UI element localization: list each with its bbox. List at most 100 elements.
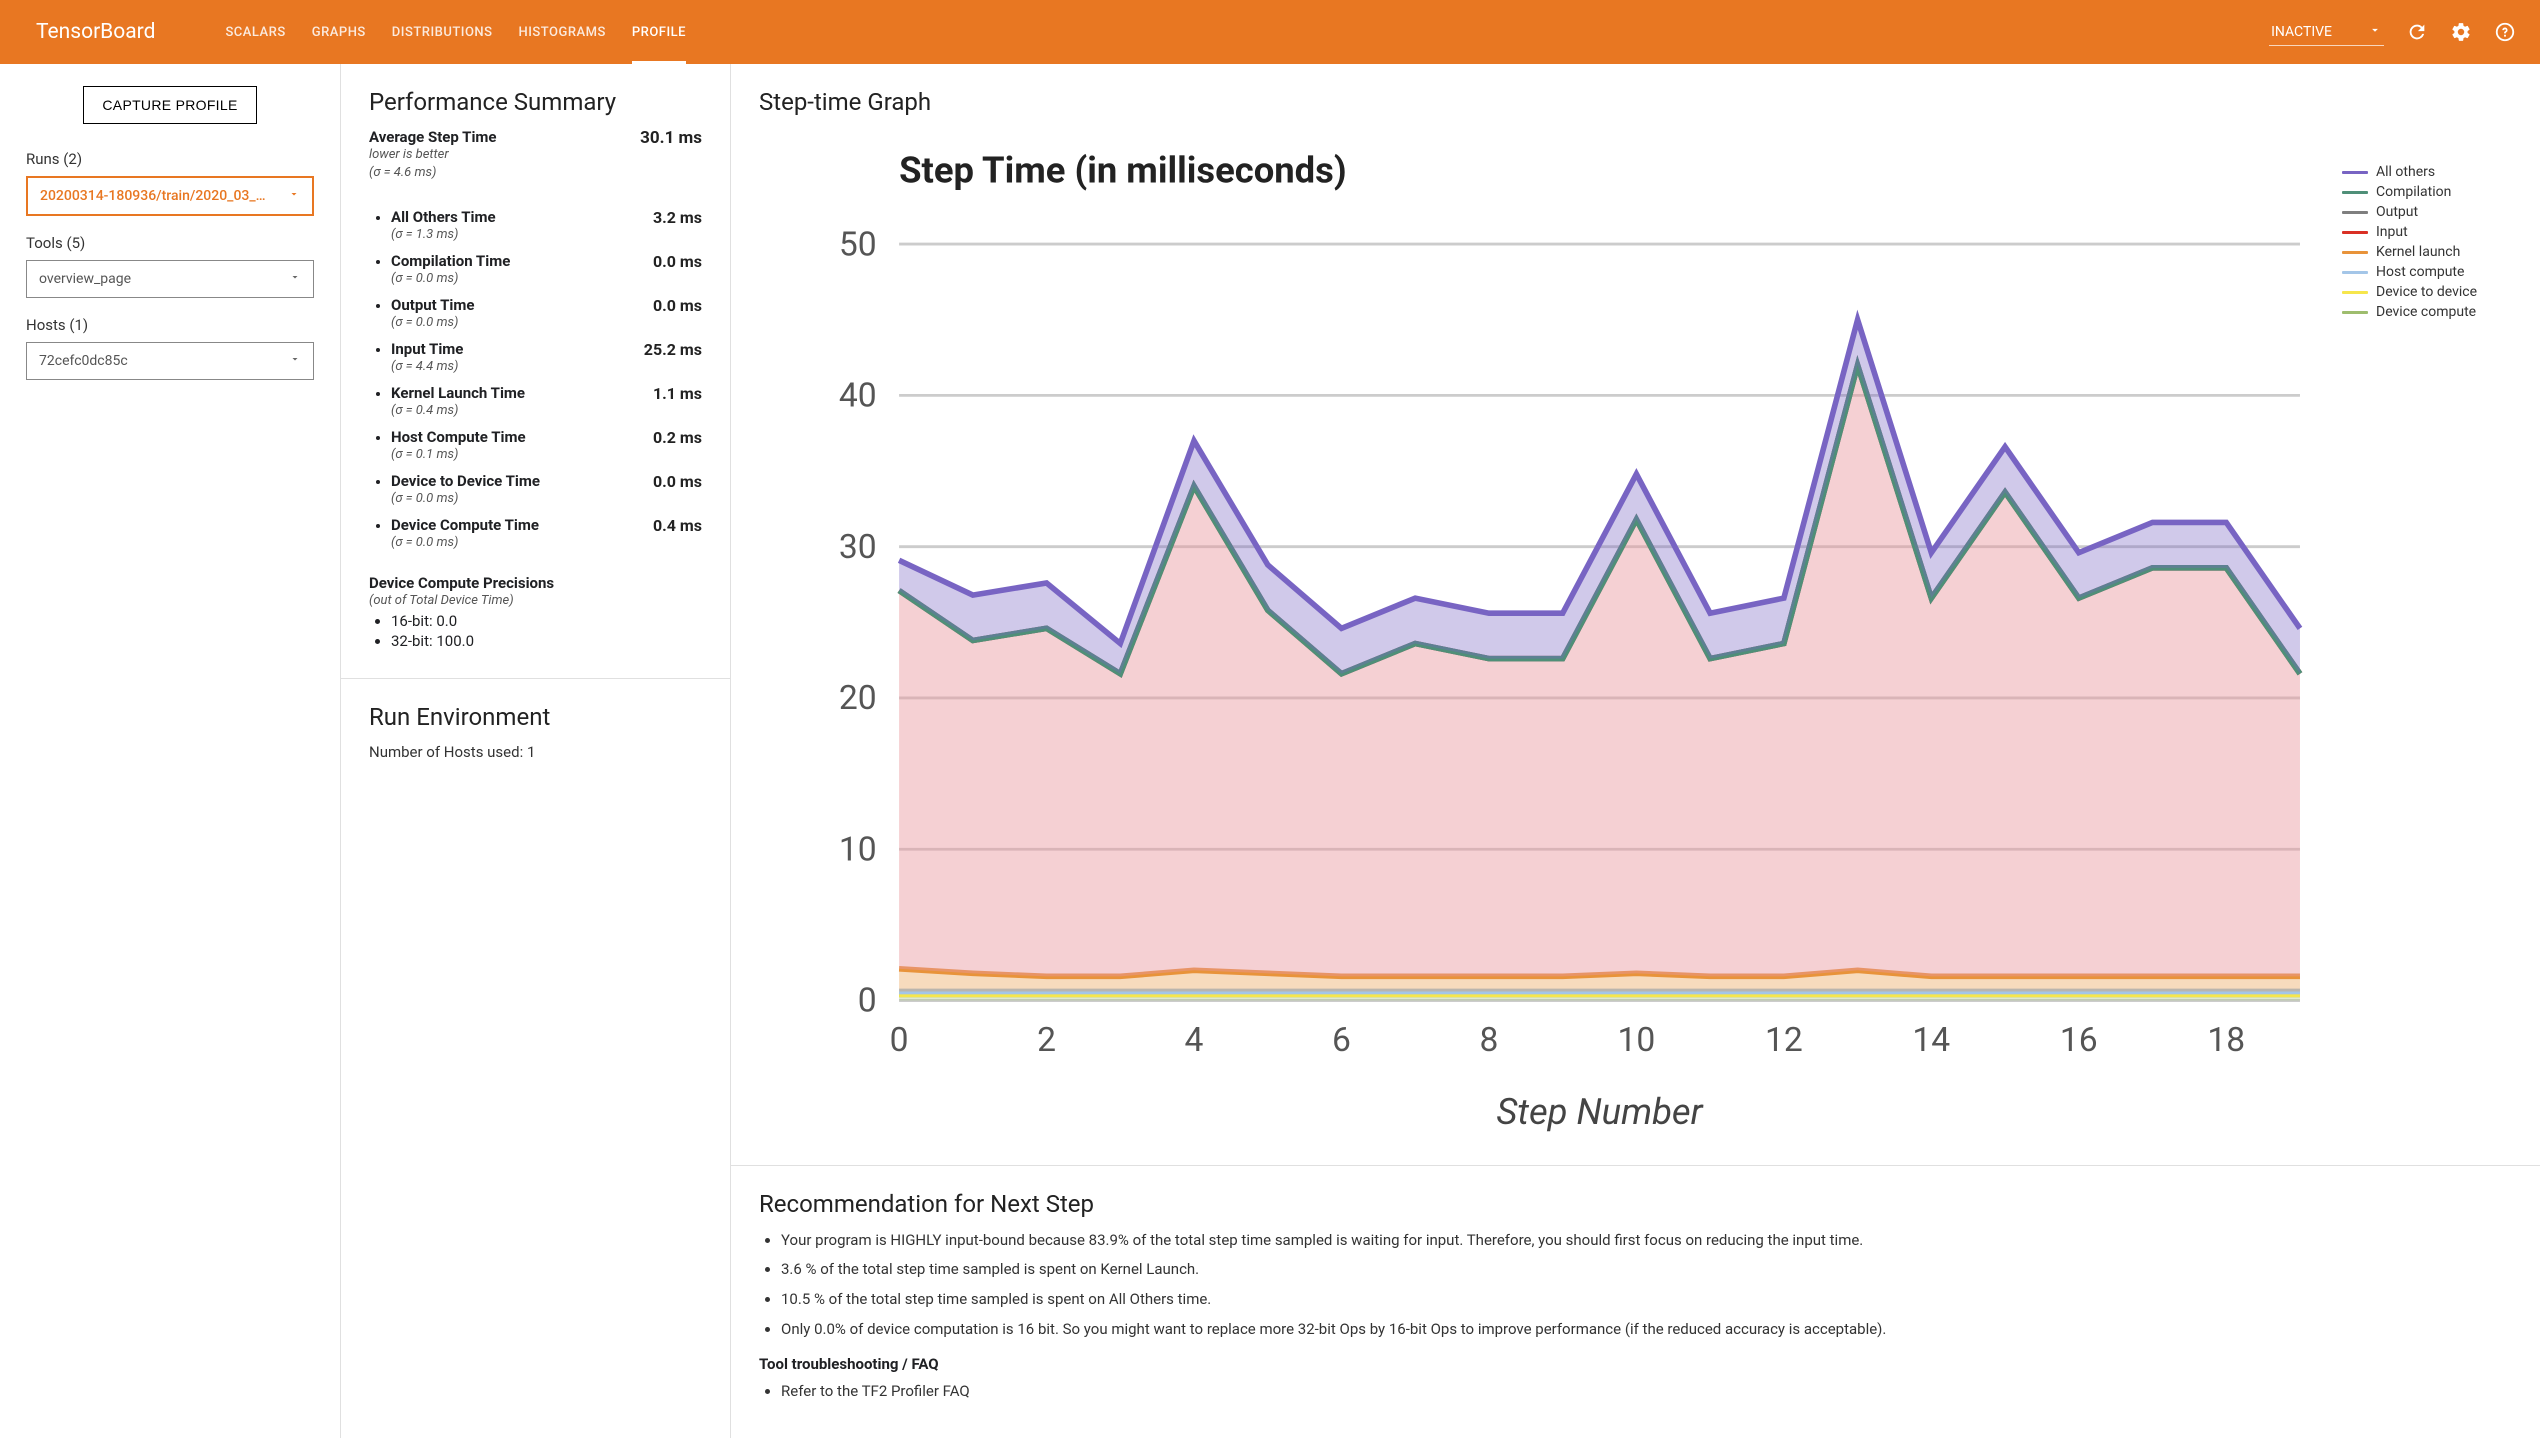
metric-sigma: (σ = 0.4 ms)	[391, 403, 458, 418]
help-icon[interactable]	[2494, 21, 2516, 43]
precisions-block: Device Compute Precisions (out of Total …	[369, 574, 702, 652]
metric-row: Output Time(σ = 0.0 ms) 0.0 ms	[391, 296, 702, 330]
legend-item: Host compute	[2342, 264, 2512, 280]
hosts-select[interactable]: 72cefc0dc85c	[26, 342, 314, 380]
mode-select[interactable]: INACTIVE	[2269, 19, 2384, 46]
legend-swatch	[2342, 191, 2368, 194]
chevron-down-icon	[2368, 23, 2382, 41]
legend-label: Input	[2376, 224, 2408, 240]
legend-item: Kernel launch	[2342, 244, 2512, 260]
legend-label: All others	[2376, 164, 2435, 180]
metric-name: Host Compute Time	[391, 428, 526, 446]
legend-item: Input	[2342, 224, 2512, 240]
svg-text:14: 14	[1912, 1021, 1950, 1060]
metric-value: 0.0 ms	[637, 296, 702, 315]
runs-label: Runs (2)	[26, 150, 314, 168]
precisions-sub: (out of Total Device Time)	[369, 593, 514, 608]
legend-swatch	[2342, 171, 2368, 174]
nav-tabs: SCALARS GRAPHS DISTRIBUTIONS HISTOGRAMS PROF…	[225, 0, 686, 64]
run-environment-title: Run Environment	[369, 703, 702, 731]
recommendation-item: Only 0.0% of device computation is 16 bi…	[781, 1319, 2512, 1341]
metric-row: All Others Time(σ = 1.3 ms) 3.2 ms	[391, 208, 702, 242]
metric-sigma: (σ = 0.0 ms)	[391, 491, 458, 506]
chart-legend: All othersCompilationOutputInputKernel l…	[2342, 132, 2512, 1141]
avg-step-time-row: Average Step Time lower is better (σ = 4…	[369, 128, 702, 182]
run-environment-hosts: Number of Hosts used: 1	[369, 743, 702, 761]
avg-step-time-sub2: (σ = 4.6 ms)	[369, 165, 436, 180]
refresh-icon[interactable]	[2406, 21, 2428, 43]
tab-histograms[interactable]: HISTOGRAMS	[519, 0, 606, 64]
legend-swatch	[2342, 211, 2368, 214]
capture-profile-button[interactable]: CAPTURE PROFILE	[83, 86, 256, 124]
app-body: CAPTURE PROFILE Runs (2) 20200314-180936…	[0, 64, 2540, 1438]
tools-select-value: overview_page	[39, 271, 131, 287]
runs-select[interactable]: 20200314-180936/train/2020_03_…	[26, 176, 314, 216]
legend-label: Compilation	[2376, 184, 2451, 200]
svg-text:40: 40	[839, 377, 877, 416]
legend-swatch	[2342, 311, 2368, 314]
avg-step-time-label: Average Step Time lower is better (σ = 4…	[369, 128, 497, 182]
svg-text:4: 4	[1185, 1021, 1204, 1060]
precisions-title: Device Compute Precisions	[369, 574, 554, 592]
svg-text:16: 16	[2060, 1021, 2098, 1060]
tools-select[interactable]: overview_page	[26, 260, 314, 298]
metric-name: Kernel Launch Time	[391, 384, 525, 402]
hosts-label: Hosts (1)	[26, 316, 314, 334]
header-right: INACTIVE	[2269, 19, 2516, 46]
precisions-item: 32-bit: 100.0	[391, 632, 702, 650]
tools-label: Tools (5)	[26, 234, 314, 252]
hosts-select-value: 72cefc0dc85c	[39, 353, 128, 369]
metric-name: Device Compute Time	[391, 516, 539, 534]
metric-row: Host Compute Time(σ = 0.1 ms) 0.2 ms	[391, 428, 702, 462]
metric-name: Compilation Time	[391, 252, 510, 270]
recommendation-section: Recommendation for Next Step Your progra…	[731, 1165, 2540, 1411]
run-environment-section: Run Environment Number of Hosts used: 1	[341, 678, 730, 761]
svg-text:20: 20	[839, 679, 877, 718]
metric-sigma: (σ = 4.4 ms)	[391, 359, 458, 374]
tab-profile[interactable]: PROFILE	[632, 0, 686, 64]
app-brand: TensorBoard	[36, 20, 155, 44]
chart-wrap: Step Time (in milliseconds)0102030405002…	[759, 128, 2512, 1153]
chevron-down-icon	[288, 188, 300, 204]
sidebar: CAPTURE PROFILE Runs (2) 20200314-180936…	[0, 64, 340, 1438]
metric-row: Compilation Time(σ = 0.0 ms) 0.0 ms	[391, 252, 702, 286]
svg-text:18: 18	[2207, 1021, 2245, 1060]
runs-select-value: 20200314-180936/train/2020_03_…	[40, 188, 266, 204]
tab-distributions[interactable]: DISTRIBUTIONS	[392, 0, 493, 64]
metric-row: Input Time(σ = 4.4 ms) 25.2 ms	[391, 340, 702, 374]
metric-row: Device Compute Time(σ = 0.0 ms) 0.4 ms	[391, 516, 702, 550]
metric-name: Input Time	[391, 340, 463, 358]
svg-text:8: 8	[1479, 1021, 1498, 1060]
gear-icon[interactable]	[2450, 21, 2472, 43]
metric-sigma: (σ = 0.0 ms)	[391, 271, 458, 286]
svg-text:Step Number: Step Number	[1496, 1090, 1703, 1133]
svg-text:10: 10	[1618, 1021, 1656, 1060]
performance-summary-title: Performance Summary	[369, 88, 702, 116]
metric-value: 1.1 ms	[637, 384, 702, 403]
metric-row: Kernel Launch Time(σ = 0.4 ms) 1.1 ms	[391, 384, 702, 418]
precisions-head: Device Compute Precisions (out of Total …	[369, 574, 702, 608]
col-right: Step-time Graph Step Time (in millisecon…	[730, 64, 2540, 1438]
precisions-list: 16-bit: 0.032-bit: 100.0	[369, 612, 702, 650]
metric-value: 0.0 ms	[637, 252, 702, 271]
main: Performance Summary Average Step Time lo…	[340, 64, 2540, 1438]
avg-step-time-name: Average Step Time	[369, 128, 497, 146]
tab-scalars[interactable]: SCALARS	[225, 0, 285, 64]
svg-text:6: 6	[1332, 1021, 1351, 1060]
tab-graphs[interactable]: GRAPHS	[312, 0, 366, 64]
step-time-graph-title: Step-time Graph	[759, 88, 2512, 116]
metric-sigma: (σ = 0.1 ms)	[391, 447, 458, 462]
metric-name: All Others Time	[391, 208, 496, 226]
svg-text:Step Time (in milliseconds): Step Time (in milliseconds)	[899, 148, 1347, 191]
metric-value: 3.2 ms	[637, 208, 702, 227]
legend-item: Device to device	[2342, 284, 2512, 300]
legend-label: Kernel launch	[2376, 244, 2460, 260]
faq-head: Tool troubleshooting / FAQ	[759, 1355, 2512, 1373]
step-time-chart: Step Time (in milliseconds)0102030405002…	[759, 132, 2328, 1141]
legend-item: Compilation	[2342, 184, 2512, 200]
legend-item: Device compute	[2342, 304, 2512, 320]
app-header: TensorBoard SCALARS GRAPHS DISTRIBUTIONS HI…	[0, 0, 2540, 64]
col-performance: Performance Summary Average Step Time lo…	[340, 64, 730, 1438]
recommendation-title: Recommendation for Next Step	[759, 1190, 2512, 1218]
legend-swatch	[2342, 291, 2368, 294]
